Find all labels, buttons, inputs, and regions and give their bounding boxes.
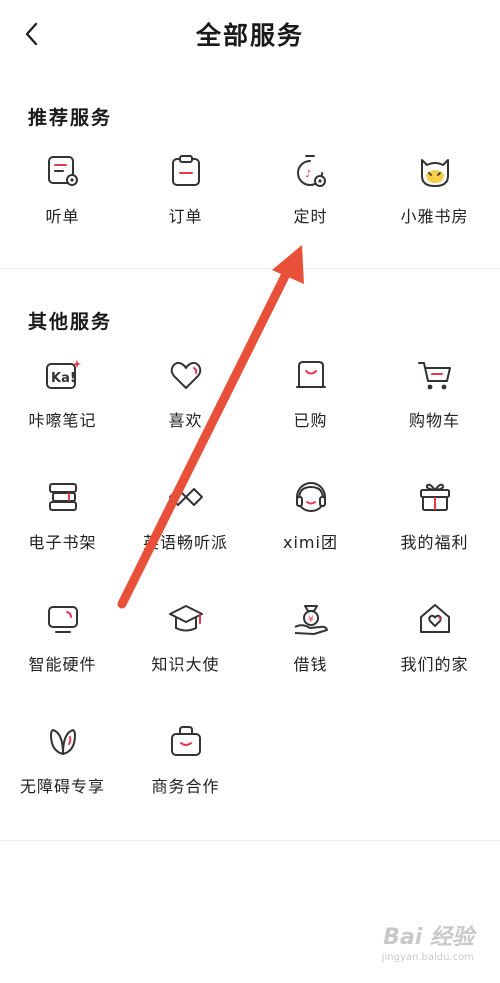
service-accessibility[interactable]: 无障碍专享 xyxy=(0,721,125,821)
service-label: 小雅书房 xyxy=(400,207,469,226)
svg-text:Ka!: Ka! xyxy=(51,371,76,386)
service-business-cooperation[interactable]: 商务合作 xyxy=(123,721,248,821)
bookshelf-icon xyxy=(43,477,83,517)
service-label: 购物车 xyxy=(408,411,460,430)
service-knowledge-ambassador[interactable]: 知识大使 xyxy=(123,599,248,699)
timer-icon: ♪ xyxy=(291,151,331,191)
service-label: 定时 xyxy=(293,207,328,226)
service-label: 智能硬件 xyxy=(28,655,97,674)
page-title: 全部服务 xyxy=(195,21,304,50)
clipboard-icon xyxy=(166,151,206,191)
service-ebook-shelf[interactable]: 电子书架 xyxy=(0,477,125,577)
briefcase-icon xyxy=(166,721,206,761)
section-divider xyxy=(0,268,500,269)
svg-text:♪: ♪ xyxy=(305,169,311,180)
service-label: 借钱 xyxy=(293,655,328,674)
service-label: ximi团 xyxy=(283,533,338,552)
service-label: 电子书架 xyxy=(28,533,97,552)
section-title-recommended: 推荐服务 xyxy=(28,107,113,129)
service-label: 知识大使 xyxy=(151,655,220,674)
service-our-home[interactable]: 我们的家 xyxy=(372,599,497,699)
service-label: 商务合作 xyxy=(151,777,220,796)
service-cart[interactable]: 购物车 xyxy=(372,355,497,455)
service-label: 咔嚓笔记 xyxy=(28,411,97,430)
section-title-other: 其他服务 xyxy=(28,311,113,333)
service-label: 已购 xyxy=(293,411,328,430)
service-ximi-group[interactable]: ximi团 xyxy=(248,477,373,577)
service-purchased[interactable]: 已购 xyxy=(248,355,373,455)
cart-icon xyxy=(415,355,455,395)
service-label: 英语畅听派 xyxy=(142,533,228,552)
ka-note-icon: Ka! xyxy=(43,355,83,395)
service-orders[interactable]: 订单 xyxy=(123,151,248,251)
service-label: 喜欢 xyxy=(168,411,203,430)
service-ka-notes[interactable]: Ka! 咔嚓笔记 xyxy=(0,355,125,455)
service-label: 无障碍专享 xyxy=(19,777,105,796)
service-smart-hardware[interactable]: 智能硬件 xyxy=(0,599,125,699)
service-timer[interactable]: ♪ 定时 xyxy=(248,151,373,251)
service-welfare[interactable]: 我的福利 xyxy=(372,477,497,577)
watermark-sub: jingyan.baidu.com xyxy=(381,952,474,963)
service-label: 订单 xyxy=(168,207,203,226)
watermark-main: Bai 经验 xyxy=(383,925,474,950)
service-likes[interactable]: 喜欢 xyxy=(123,355,248,455)
service-reading-room[interactable]: 小雅书房 xyxy=(372,151,497,251)
service-playlist[interactable]: 听单 xyxy=(0,151,125,251)
heart-icon xyxy=(166,355,206,395)
service-borrow-money[interactable]: ¥ 借钱 xyxy=(248,599,373,699)
purchased-icon xyxy=(291,355,331,395)
link-icon xyxy=(166,477,206,517)
money-hand-icon: ¥ xyxy=(291,599,331,639)
headphone-avatar-icon xyxy=(291,477,331,517)
service-label: 我的福利 xyxy=(400,533,469,552)
service-label: 听单 xyxy=(45,207,80,226)
header-bar: 全部服务 xyxy=(0,0,500,70)
service-english-listening[interactable]: 英语畅听派 xyxy=(123,477,248,577)
tv-icon xyxy=(43,599,83,639)
service-label: 我们的家 xyxy=(400,655,469,674)
leaf-icon xyxy=(43,721,83,761)
cat-mascot-icon xyxy=(415,151,455,191)
svg-text:¥: ¥ xyxy=(308,615,314,625)
gift-icon xyxy=(415,477,455,517)
house-heart-icon xyxy=(415,599,455,639)
graduation-cap-icon xyxy=(166,599,206,639)
playlist-icon xyxy=(43,151,83,191)
baidu-watermark: Bai 经验 jingyan.baidu.com xyxy=(382,919,474,963)
section-divider xyxy=(0,840,500,841)
